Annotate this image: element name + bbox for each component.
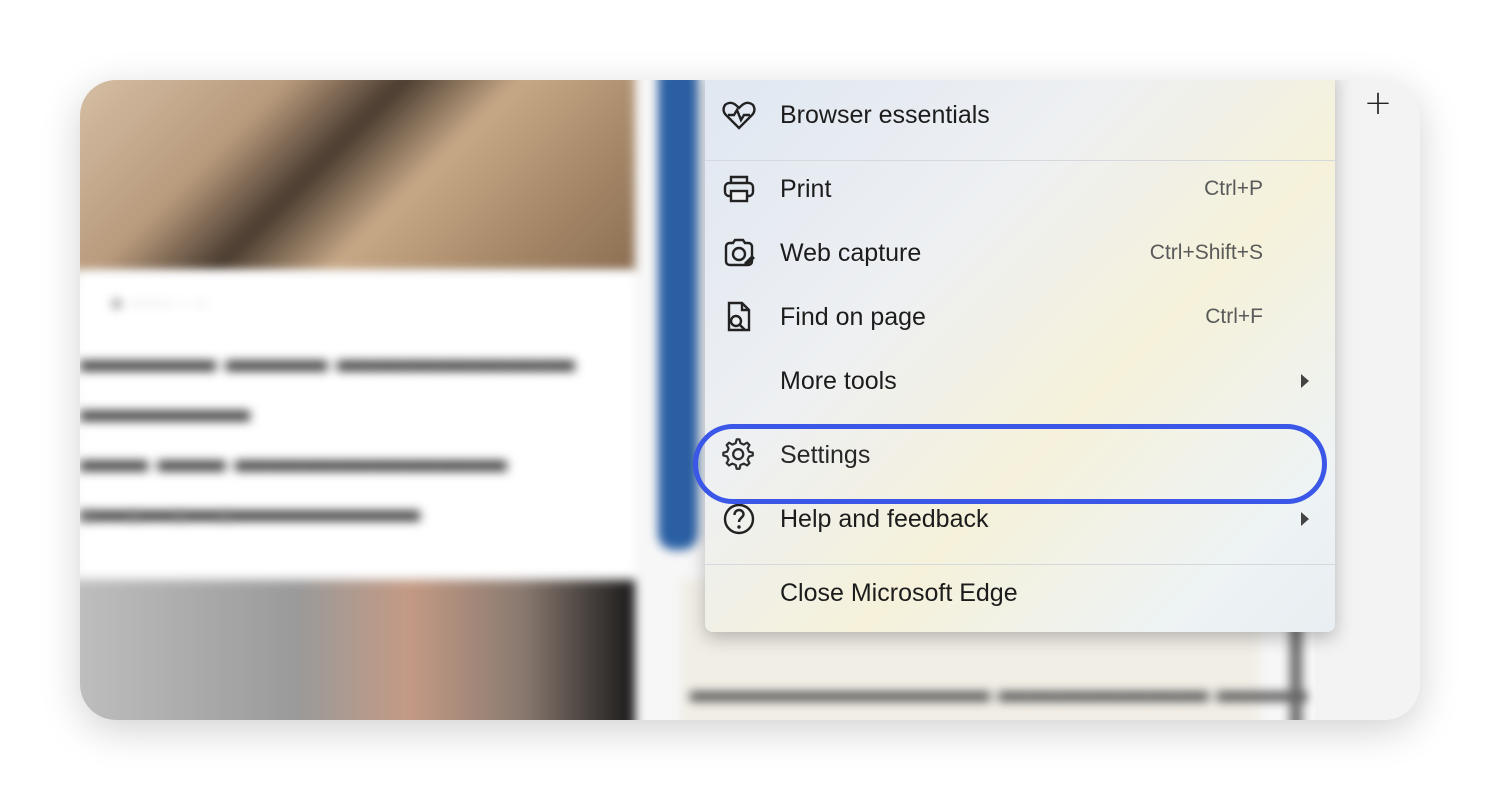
help-icon <box>721 501 757 537</box>
settings-highlight-outline <box>693 424 1327 504</box>
settings-and-more-menu: Browser essentials Print Ctrl+P Web capt… <box>705 80 1335 632</box>
menu-item-label: Print <box>780 174 832 203</box>
find-on-page-icon <box>721 299 757 335</box>
scrollbar[interactable] <box>1290 620 1302 720</box>
menu-item-shortcut: Ctrl+F <box>1205 305 1263 328</box>
menu-item-shortcut: Ctrl+P <box>1204 177 1263 200</box>
menu-item-label: Browser essentials <box>780 100 990 129</box>
browser-window: ● ······ · ·· ▬▬▬▬ ▬▬▬ ▬▬▬▬▬▬▬ ▬▬▬▬▬ ▬▬ ▬… <box>80 80 1420 720</box>
menu-item-label: Find on page <box>780 302 926 331</box>
menu-item-find-on-page[interactable]: Find on page Ctrl+F <box>705 287 1335 347</box>
chevron-right-icon <box>1301 512 1309 526</box>
web-capture-icon <box>721 235 757 271</box>
menu-item-label: Help and feedback <box>780 504 989 533</box>
menu-item-label: Close Microsoft Edge <box>780 578 1018 607</box>
menu-item-print[interactable]: Print Ctrl+P <box>705 159 1335 219</box>
menu-item-web-capture[interactable]: Web capture Ctrl+Shift+S <box>705 223 1335 283</box>
news-source-blurred: ● ······ · ·· <box>110 290 208 315</box>
blue-accent-bar <box>658 80 698 550</box>
printer-icon <box>721 171 757 207</box>
news-image-top <box>80 80 635 270</box>
news-image-bottom <box>80 580 635 720</box>
heart-pulse-icon <box>721 97 757 133</box>
menu-item-more-tools[interactable]: More tools <box>705 351 1335 411</box>
menu-item-close-microsoft-edge[interactable]: Close Microsoft Edge <box>705 563 1335 623</box>
chevron-right-icon <box>1301 374 1309 388</box>
menu-item-label: Web capture <box>780 238 922 267</box>
menu-item-shortcut: Ctrl+Shift+S <box>1149 241 1263 264</box>
menu-item-browser-essentials[interactable]: Browser essentials <box>705 85 1335 145</box>
news-actions-blurred: ○○○○ <box>80 500 263 530</box>
new-tab-button[interactable]: + <box>1362 86 1394 120</box>
right-news-text-blurred: ▬▬▬▬▬▬▬▬▬▬ ▬▬▬▬▬▬▬ ▬▬▬ <box>690 675 1307 708</box>
menu-item-label: More tools <box>780 366 897 395</box>
